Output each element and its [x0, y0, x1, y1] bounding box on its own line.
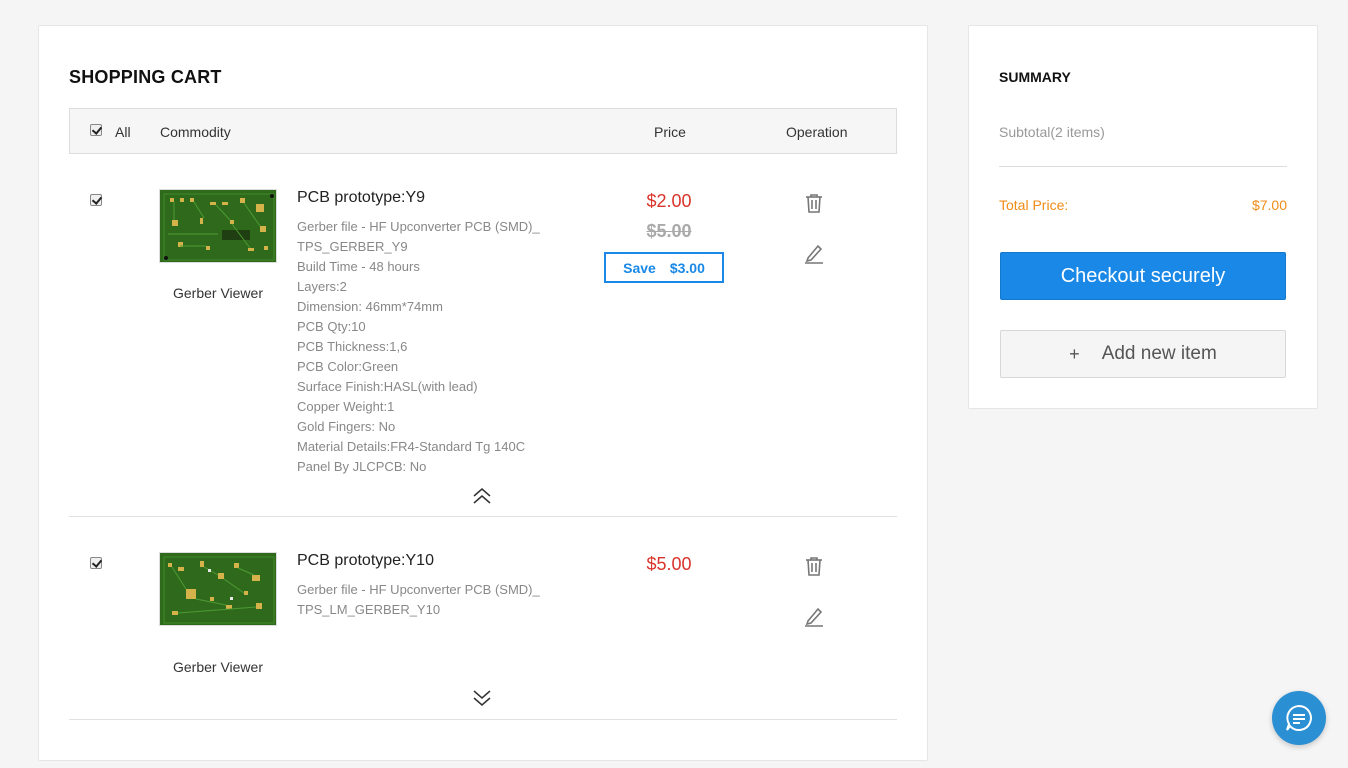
spec-line: Panel By JLCPCB: No	[297, 459, 427, 474]
trash-icon[interactable]	[803, 555, 825, 577]
item-checkbox[interactable]	[90, 194, 102, 206]
cart-title: SHOPPING CART	[69, 67, 222, 87]
subtotal-text: Subtotal(2 items)	[999, 124, 1105, 140]
double-chevron-up-icon[interactable]	[471, 486, 493, 506]
chat-icon[interactable]	[1272, 691, 1326, 745]
summary-divider	[999, 166, 1287, 167]
save-label: Save	[623, 259, 656, 276]
spec-line: PCB Qty:10	[297, 319, 366, 334]
checkout-button-label: Checkout securely	[1060, 264, 1226, 287]
pcb-thumbnail[interactable]	[159, 189, 277, 263]
item-price: $5.00	[646, 554, 692, 574]
spec-line: Gerber file - HF Upconverter PCB (SMD)_	[297, 219, 540, 234]
gerber-viewer-link[interactable]: Gerber Viewer	[159, 659, 277, 675]
price-column-header: Price	[654, 124, 686, 140]
spec-line: PCB Color:Green	[297, 359, 399, 374]
cart-item: Gerber Viewer PCB prototype:Y10 Gerber f…	[69, 517, 897, 720]
add-new-item-label: Add new item	[1101, 343, 1217, 364]
save-amount: $3.00	[669, 259, 705, 276]
spec-line: Gold Fingers: No	[297, 419, 396, 434]
summary-title: SUMMARY	[999, 69, 1071, 85]
item-checkbox[interactable]	[90, 557, 102, 569]
product-name: PCB prototype:Y10	[297, 552, 434, 569]
add-new-item-button[interactable]: + Add new item	[1000, 330, 1286, 378]
cart-table-header: All Commodity Price Operation	[69, 108, 897, 154]
pcb-thumbnail[interactable]	[159, 552, 277, 626]
select-all-checkbox[interactable]	[90, 124, 102, 136]
spec-line: Material Details:FR4-Standard Tg 140C	[297, 439, 526, 454]
spec-line: Dimension: 46mm*74mm	[297, 299, 443, 314]
spec-line: Surface Finish:HASL(with lead)	[297, 379, 478, 394]
item-price: $2.00	[646, 191, 692, 211]
shopping-cart-panel: SHOPPING CART All Commodity Price Operat…	[38, 25, 928, 761]
checkout-button[interactable]: Checkout securely	[1000, 252, 1286, 300]
gerber-viewer-link[interactable]: Gerber Viewer	[159, 285, 277, 301]
spec-line: Gerber file - HF Upconverter PCB (SMD)_	[297, 582, 540, 597]
spec-line: TPS_LM_GERBER_Y10	[297, 602, 441, 617]
select-all-label: All	[115, 124, 131, 140]
product-specs: Gerber file - HF Upconverter PCB (SMD)_ …	[297, 580, 567, 620]
spec-line: Build Time - 48 hours	[297, 259, 420, 274]
cart-item: Gerber Viewer PCB prototype:Y9 Gerber fi…	[69, 154, 897, 517]
total-price-value: $7.00	[1251, 197, 1287, 213]
spec-line: PCB Thickness:1,6	[297, 339, 408, 354]
operation-column-header: Operation	[786, 124, 848, 140]
plus-icon: +	[1069, 343, 1080, 364]
save-badge: Save $3.00	[604, 252, 724, 283]
product-name: PCB prototype:Y9	[297, 189, 426, 206]
double-chevron-down-icon[interactable]	[471, 688, 493, 708]
summary-panel: SUMMARY Subtotal(2 items) Total Price: $…	[968, 25, 1318, 409]
trash-icon[interactable]	[803, 192, 825, 214]
commodity-column-header: Commodity	[160, 124, 231, 140]
total-price-label: Total Price:	[999, 197, 1069, 213]
spec-line: TPS_GERBER_Y9	[297, 239, 408, 254]
pencil-icon[interactable]	[803, 605, 825, 627]
pencil-icon[interactable]	[803, 242, 825, 264]
item-original-price: $5.00	[646, 221, 692, 241]
spec-line: Layers:2	[297, 279, 347, 294]
spec-line: Copper Weight:1	[297, 399, 395, 414]
product-specs: Gerber file - HF Upconverter PCB (SMD)_ …	[297, 217, 567, 477]
